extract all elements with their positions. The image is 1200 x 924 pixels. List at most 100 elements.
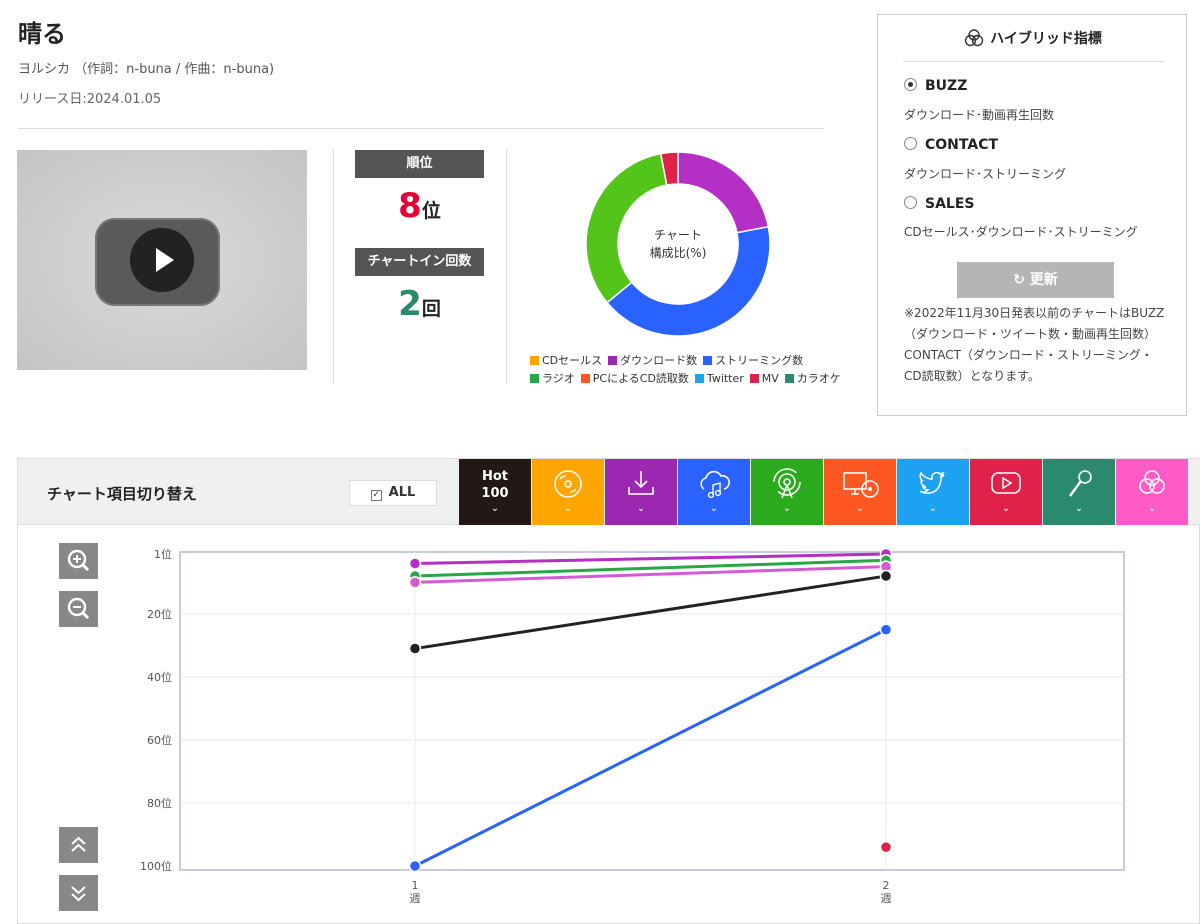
legend-label: Twitter (706, 372, 744, 385)
category-tab-hybrid[interactable]: ⌄ (1116, 459, 1188, 525)
rank-unit: 位 (421, 200, 441, 222)
all-label: ALL (388, 485, 416, 500)
update-label: 更新 (1029, 272, 1058, 288)
legend-item: Twitter (694, 372, 744, 385)
download-icon (628, 471, 654, 495)
legend-label: CDセールス (542, 354, 603, 367)
divider (506, 150, 507, 384)
divider (333, 150, 334, 384)
chevron-down-icon: ⌄ (1001, 503, 1011, 514)
legend-item: MV (749, 372, 779, 385)
plot-area (179, 551, 1125, 871)
twitter-icon (919, 471, 945, 494)
release-date: リリース日:2024.01.05 (18, 92, 162, 107)
chart-toggle-label: チャート項目切り替え (47, 485, 197, 503)
pc-cd-icon (843, 472, 879, 498)
all-checkbox-button[interactable]: ✓ ALL (349, 480, 437, 506)
composition-donut-chart: チャート 構成比(%) (585, 151, 771, 337)
chevron-down-icon: ⌄ (855, 503, 865, 514)
data-point[interactable] (408, 859, 422, 873)
legend-row: CDセールス ダウンロード数 ストリーミング数 (530, 352, 809, 368)
radio-icon[interactable] (904, 196, 917, 209)
data-point[interactable] (408, 642, 422, 655)
category-tab-youtube[interactable]: ⌄ (970, 459, 1042, 525)
category-tab-pc[interactable]: ⌄ (824, 459, 896, 525)
hybrid-divider (903, 61, 1165, 62)
chart-in-unit: 回 (421, 298, 441, 320)
x-tick-label: 1 (412, 879, 419, 892)
hot100-label: Hot 100 (481, 469, 509, 501)
legend-swatch (580, 374, 590, 383)
data-point[interactable] (408, 557, 422, 570)
legend-swatch (694, 374, 704, 383)
checkbox-checked-icon[interactable]: ✓ (370, 490, 382, 501)
video-player[interactable] (17, 150, 307, 370)
legend-item: ダウンロード数 (608, 354, 697, 367)
legend-item: カラオケ (784, 372, 841, 385)
option-label: SALES (925, 196, 975, 212)
legend-label: MV (761, 372, 779, 385)
chart-in-number: 2 (398, 284, 422, 324)
option-contact[interactable]: CONTACT (904, 137, 998, 153)
donut-center-line1: チャート (654, 228, 702, 242)
y-tick-label: 80位 (147, 796, 172, 810)
cd-icon (554, 470, 582, 498)
header-divider (18, 128, 824, 129)
legend-label: ダウンロード数 (620, 354, 698, 367)
hybrid-circles-icon (1139, 470, 1165, 494)
y-tick-label: 1位 (154, 547, 172, 561)
option-buzz[interactable]: BUZZ (904, 78, 967, 94)
legend-swatch (608, 356, 618, 365)
data-point[interactable] (879, 840, 893, 854)
category-tab-radio[interactable]: ⌄ (751, 459, 823, 525)
data-point[interactable] (879, 569, 893, 583)
x-tick-label: 2 (883, 879, 890, 892)
legend-item: ラジオ (530, 372, 575, 385)
legend-label: ラジオ (542, 372, 575, 385)
legend-swatch (703, 356, 713, 365)
radio-selected-icon[interactable] (904, 78, 917, 91)
y-tick-label: 100位 (140, 859, 172, 873)
youtube-icon (991, 472, 1021, 494)
rank-value: 8位 (355, 186, 484, 226)
chevron-down-icon: ⌄ (563, 503, 573, 514)
category-tab-download[interactable]: ⌄ (605, 459, 677, 525)
legend-swatch (530, 356, 539, 365)
refresh-icon: ↻ (1013, 272, 1025, 288)
rank-number: 8 (398, 186, 422, 226)
hybrid-note: ※2022年11月30日発表以前のチャートはBUZZ（ダウンロード・ツイート数・… (904, 306, 1165, 383)
legend-row: ラジオ PCによるCD読取数 Twitter MV カラオケ (530, 370, 847, 386)
category-tab-cd[interactable]: ⌄ (532, 459, 604, 525)
data-point[interactable] (879, 623, 893, 636)
rank-label: 順位 (355, 150, 484, 178)
play-button[interactable] (130, 228, 194, 292)
category-tab-twitter[interactable]: ⌄ (897, 459, 969, 525)
chevron-down-icon: ⌄ (709, 503, 719, 514)
microphone-icon (1069, 470, 1092, 497)
update-button[interactable]: ↻ 更新 (957, 262, 1114, 298)
chevron-down-icon: ⌄ (1074, 503, 1084, 514)
cloud-music-icon (700, 470, 730, 499)
hybrid-title: ハイブリッド指標 (878, 28, 1188, 48)
chevron-down-icon: ⌄ (490, 503, 500, 514)
option-desc: ダウンロード･ストリーミング (904, 167, 1067, 181)
legend-label: ストリーミング数 (715, 354, 804, 367)
radio-icon[interactable] (904, 137, 917, 150)
option-sales[interactable]: SALES (904, 196, 975, 212)
legend-label: PCによるCD読取数 (592, 372, 689, 385)
chevron-down-icon: ⌄ (928, 503, 938, 514)
donut-slice (677, 151, 770, 234)
category-tab-streaming[interactable]: ⌄ (678, 459, 750, 525)
category-tab-karaoke[interactable]: ⌄ (1043, 459, 1115, 525)
data-point[interactable] (408, 576, 422, 589)
legend-label: カラオケ (796, 372, 841, 385)
legend-item: CDセールス (530, 354, 602, 367)
y-tick-label: 40位 (147, 670, 172, 684)
donut-center-line2: 構成比(%) (650, 246, 707, 260)
option-label: CONTACT (925, 137, 999, 153)
category-tab-hot100[interactable]: Hot 100 ⌄ (459, 459, 531, 525)
y-tick-label: 20位 (147, 607, 172, 621)
hybrid-title-text: ハイブリッド指標 (990, 31, 1102, 47)
rank-history-line-chart: 1位20位40位60位80位100位1週2週 (140, 547, 1125, 905)
option-label: BUZZ (925, 78, 968, 94)
